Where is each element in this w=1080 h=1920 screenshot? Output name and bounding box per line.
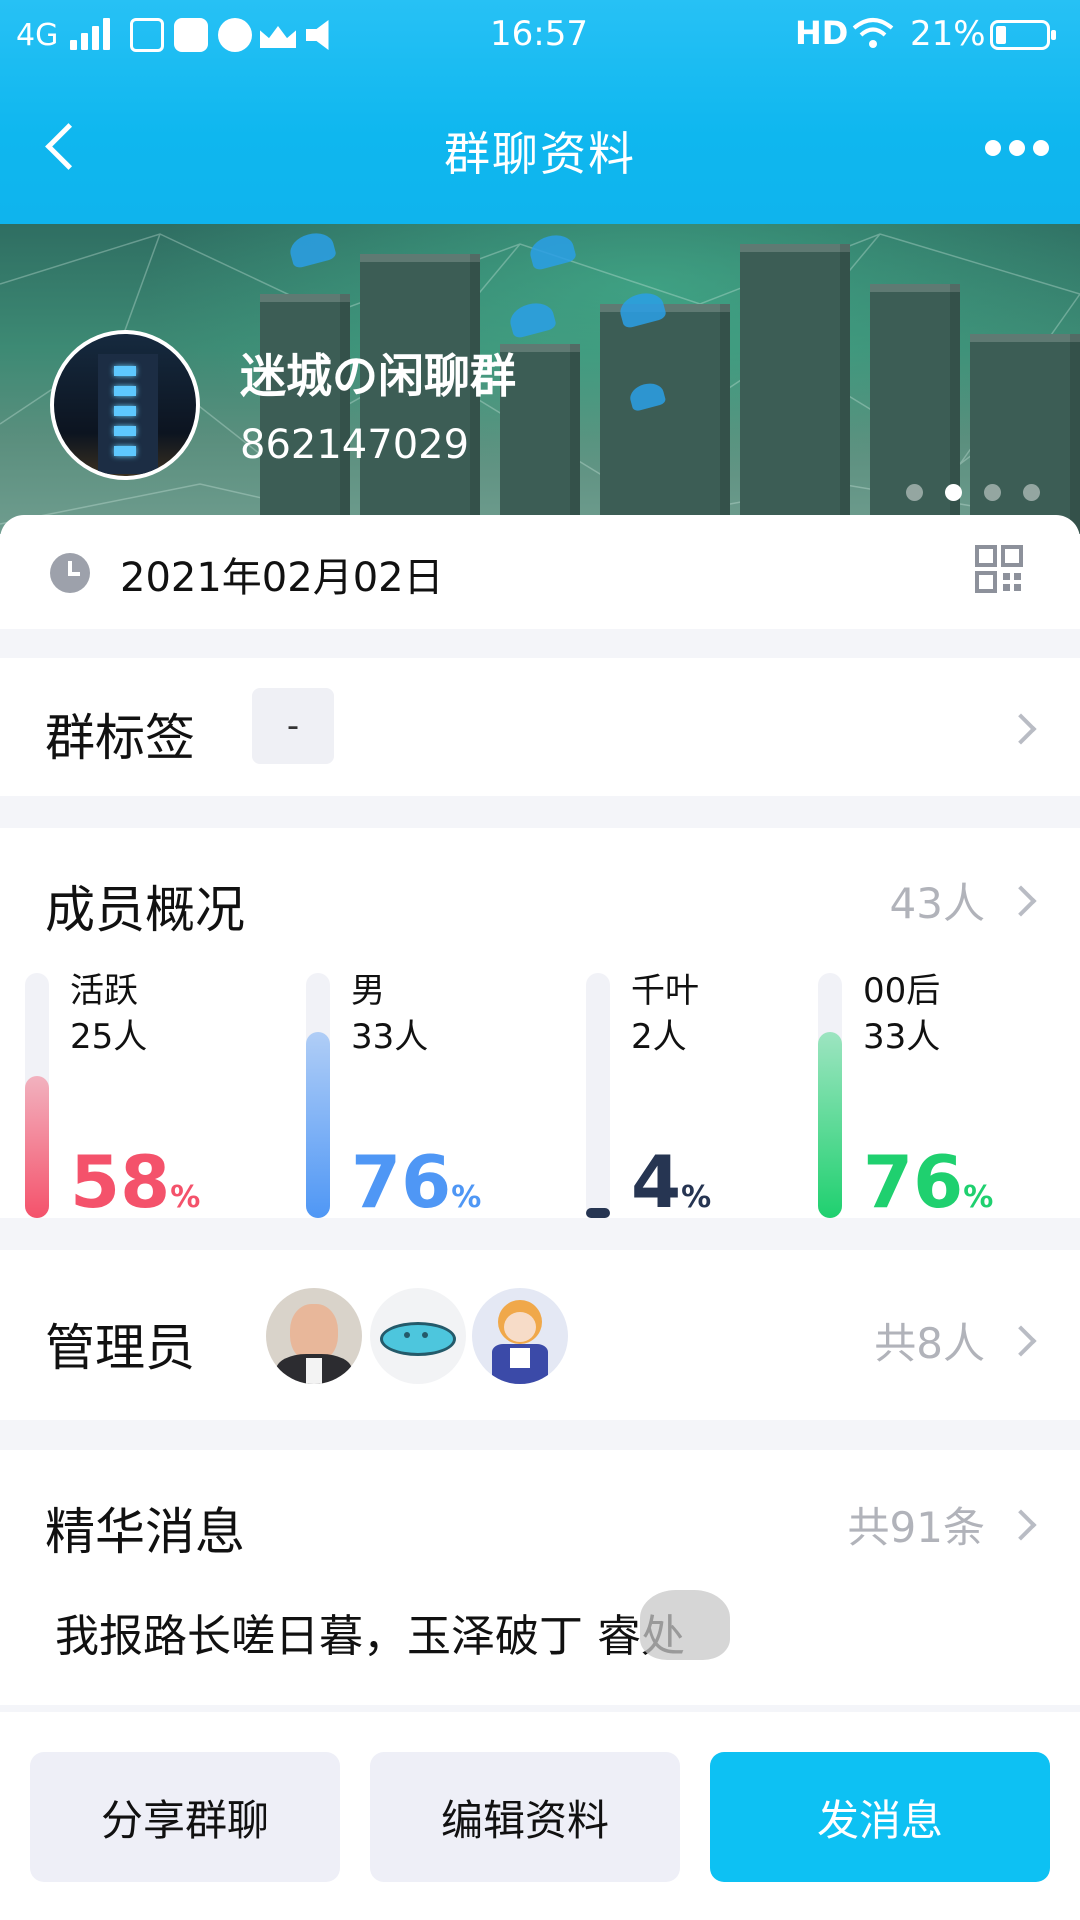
clock-icon — [50, 553, 90, 593]
carousel-dot — [984, 484, 1001, 501]
stat-bar-track — [586, 973, 610, 1218]
stat-bar-track — [818, 973, 842, 1218]
top-bar: 4G 16:57 HD 21% 群聊资料 — [0, 0, 1080, 224]
member-overview-card[interactable]: 成员概况 43人 活跃 25人 58% 男 33人 76% 千叶 2人 4% 00后 33人 76% — [0, 828, 1080, 1224]
stat-percent-unit: % — [170, 1180, 201, 1215]
stat-percent: 76% — [863, 1140, 993, 1224]
group-id: 862147029 — [240, 422, 470, 468]
admins-count: 共8人 — [874, 1319, 985, 1368]
member-overview-label: 成员概况 — [45, 881, 245, 939]
admin-avatar[interactable] — [472, 1288, 568, 1384]
stat-count: 33人 — [351, 1017, 429, 1057]
app-notification-icon — [130, 18, 164, 52]
battery-percent: 21% — [910, 14, 986, 54]
stat-bar-fill — [25, 1076, 49, 1218]
essence-messages-count: 共91条 — [847, 1503, 985, 1552]
page-title: 群聊资料 — [444, 127, 636, 181]
essence-messages-card[interactable]: 精华消息 共91条 我报路长嗟日暮，玉泽破丁 睿处 — [0, 1450, 1080, 1705]
creation-date: 2021年02月02日 — [120, 555, 444, 601]
stat-bar-fill — [818, 1032, 842, 1218]
hd-indicator: HD — [795, 14, 849, 52]
stat-percent-value: 58 — [70, 1140, 171, 1224]
admin-avatar[interactable] — [370, 1288, 466, 1384]
stat-percent: 58% — [70, 1140, 200, 1224]
stat-name: 千叶 — [631, 971, 699, 1011]
battery-icon — [990, 20, 1056, 50]
wifi-icon — [852, 16, 894, 50]
clock: 16:57 — [490, 14, 588, 54]
edit-profile-button[interactable]: 编辑资料 — [370, 1752, 680, 1882]
admin-avatar[interactable] — [266, 1288, 362, 1384]
mute-icon — [306, 20, 329, 50]
browser-app-icon — [218, 18, 252, 52]
stat-name: 男 — [351, 971, 385, 1011]
stat-percent-unit: % — [963, 1180, 994, 1215]
network-type: 4G — [16, 18, 59, 53]
stat-bar-track — [306, 973, 330, 1218]
stat-bar-track — [25, 973, 49, 1218]
more-icon[interactable] — [985, 140, 1049, 156]
stat-name: 活跃 — [70, 971, 138, 1011]
group-tags-label: 群标签 — [45, 709, 195, 767]
carousel-dot-active — [945, 484, 962, 501]
stat-count: 25人 — [70, 1017, 148, 1057]
chevron-right-icon — [1005, 1325, 1037, 1357]
group-tag-chip[interactable]: - — [252, 688, 334, 764]
send-message-button[interactable]: 发消息 — [710, 1752, 1050, 1882]
stat-percent: 76% — [351, 1140, 481, 1224]
group-tags-row[interactable]: 群标签 - — [0, 658, 1080, 796]
group-name: 迷城の闲聊群 — [240, 349, 516, 403]
signal-icon — [70, 18, 120, 50]
stat-percent: 4% — [631, 1140, 711, 1224]
stat-percent-value: 76 — [351, 1140, 452, 1224]
group-avatar[interactable] — [50, 330, 200, 480]
member-total: 43人 — [889, 879, 985, 928]
carousel-dot — [1023, 484, 1040, 501]
essence-messages-label: 精华消息 — [45, 1503, 245, 1561]
stat-percent-unit: % — [681, 1180, 712, 1215]
stat-percent-value: 4 — [631, 1140, 682, 1224]
stat-bar-fill — [306, 1032, 330, 1218]
admins-label: 管理员 — [45, 1319, 195, 1377]
stat-count: 2人 — [631, 1017, 687, 1057]
share-group-button[interactable]: 分享群聊 — [30, 1752, 340, 1882]
stat-percent-value: 76 — [863, 1140, 964, 1224]
stat-count: 33人 — [863, 1017, 941, 1057]
essence-message-preview: 我报路长嗟日暮，玉泽破丁 睿处 — [55, 1611, 685, 1662]
chevron-right-icon — [1005, 713, 1037, 745]
carousel-dot — [906, 484, 923, 501]
hand-icon — [640, 1590, 730, 1660]
stat-percent-unit: % — [451, 1180, 482, 1215]
crown-icon — [260, 26, 296, 48]
stat-bar-fill — [586, 1208, 610, 1218]
chevron-right-icon — [1005, 1509, 1037, 1541]
creation-date-row: 2021年02月02日 — [0, 515, 1080, 629]
stat-name: 00后 — [863, 971, 941, 1011]
message-app-icon — [174, 18, 208, 52]
chevron-right-icon — [1005, 885, 1037, 917]
qr-code-icon[interactable] — [975, 545, 1023, 593]
